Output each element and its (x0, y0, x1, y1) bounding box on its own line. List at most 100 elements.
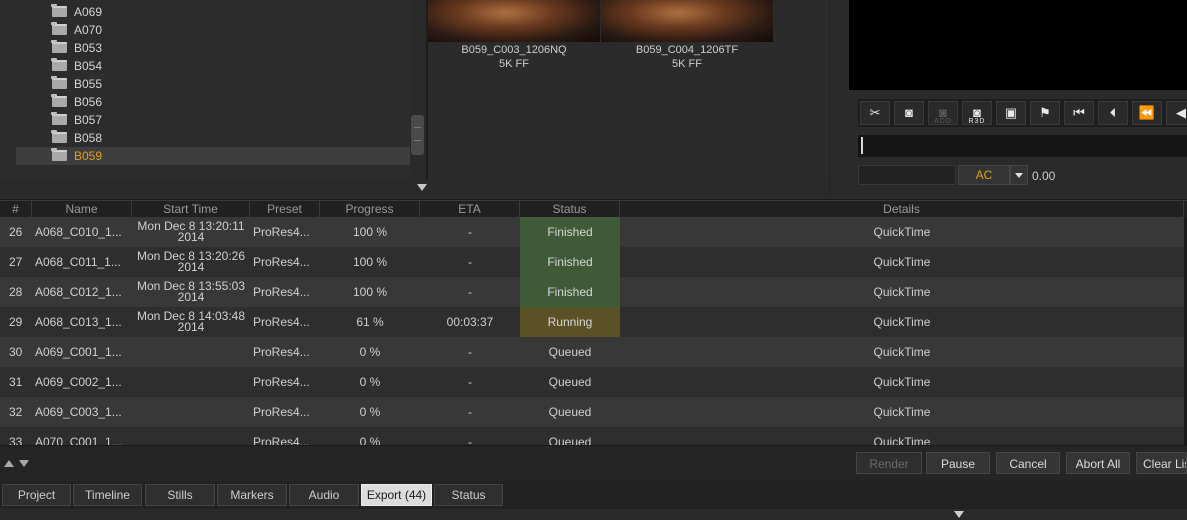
trim-icon: ✂ (869, 105, 881, 120)
column-header-preset[interactable]: Preset (250, 201, 320, 218)
clip-name-cell: A069_C001_1... (35, 345, 122, 359)
column-header-eta[interactable]: ETA (420, 201, 520, 218)
start-time-cell: Mon Dec 8 13:55:03 2014 (132, 277, 250, 307)
camera-icon: ◙ (905, 105, 913, 120)
preset-cell: ProRes4... (253, 405, 310, 419)
tab-export-44[interactable]: Export (44) (361, 484, 432, 506)
move-down-icon[interactable] (19, 460, 29, 467)
footer-bar (0, 509, 1187, 520)
status-cell: Finished (520, 217, 620, 247)
eta-cell: - (468, 345, 472, 359)
clip-thumbnail-image[interactable] (601, 0, 773, 42)
trim-button[interactable]: ✂ (860, 101, 890, 125)
grip-icon (414, 127, 421, 141)
row-number: 32 (9, 405, 23, 419)
progress-cell: 0 % (359, 375, 381, 389)
skip-start-button[interactable]: ⏮ (1064, 101, 1094, 125)
start-time-cell: Mon Dec 8 14:03:48 2014 (132, 307, 250, 337)
folder-item[interactable]: B054 (16, 57, 410, 75)
column-header-progress[interactable]: Progress (320, 201, 420, 218)
camera-add-button[interactable]: ◙ ADD (928, 101, 958, 125)
collapse-arrow-icon[interactable] (954, 511, 964, 518)
tab-markers[interactable]: Markers (217, 484, 287, 506)
video-viewer[interactable] (849, 0, 1187, 90)
folder-item[interactable]: A070 (16, 21, 410, 39)
cancel-button[interactable]: Cancel (996, 452, 1060, 474)
clear-list-button[interactable]: Clear List (1136, 452, 1187, 474)
folder-tree: A069 A070 B053 B054 B055 B056 B057 B058 B059 (0, 0, 427, 180)
clip-thumbnail-image[interactable] (428, 0, 600, 42)
folder-item[interactable]: B053 (16, 39, 410, 57)
folder-icon (51, 112, 67, 125)
tab-status[interactable]: Status (434, 484, 503, 506)
table-row[interactable]: 28 A068_C012_1... Mon Dec 8 13:55:03 2014 Pr… (0, 277, 1187, 307)
folder-icon (51, 76, 67, 89)
status-cell: Finished (520, 247, 620, 277)
eta-cell: - (468, 225, 472, 239)
status-cell: Queued (548, 375, 592, 389)
flag-button[interactable]: ⚑ (1030, 101, 1060, 125)
table-row[interactable]: 29 A068_C013_1... Mon Dec 8 14:03:48 2014 Pr… (0, 307, 1187, 337)
move-up-icon[interactable] (4, 460, 14, 467)
play-reverse-button[interactable]: ◀ (1166, 101, 1187, 125)
camera-button[interactable]: ◙ (894, 101, 924, 125)
folder-item[interactable]: B058 (16, 129, 410, 147)
tab-audio[interactable]: Audio (289, 484, 359, 506)
folder-item[interactable]: A069 (16, 3, 410, 21)
ac-dropdown-chevron-icon[interactable] (1010, 165, 1028, 185)
speed-field[interactable] (858, 165, 956, 185)
tab-stills[interactable]: Stills (145, 484, 215, 506)
clip-name-cell: A068_C011_1... (35, 255, 121, 269)
camera-r3d-button[interactable]: ◙ R3D (962, 101, 992, 125)
column-header-[interactable]: # (0, 201, 32, 218)
column-header-details[interactable]: Details (620, 201, 1184, 218)
clip-format: 5K FF (672, 58, 702, 70)
folder-item[interactable]: B057 (16, 111, 410, 129)
timeline-scrubber[interactable] (858, 135, 1187, 157)
status-cell: Running (520, 307, 620, 337)
rewind-button[interactable]: ⏪ (1132, 101, 1162, 125)
table-row[interactable]: 30 A069_C001_1... ProRes4... 0 % - Queued Quic… (0, 337, 1187, 367)
ac-button[interactable]: AC (958, 165, 1010, 185)
column-header-name[interactable]: Name (32, 201, 132, 218)
playhead[interactable] (861, 137, 863, 154)
table-row[interactable]: 26 A068_C010_1... Mon Dec 8 13:20:11 2014 Pr… (0, 217, 1187, 247)
pause-button[interactable]: Pause (926, 452, 990, 474)
export-frame-button[interactable]: ▣ (996, 101, 1026, 125)
eta-cell: - (468, 405, 472, 419)
table-header: # Name Start Time Preset Progress ETA Status De… (0, 200, 1187, 218)
status-cell: Queued (548, 405, 592, 419)
folder-item[interactable]: B056 (16, 93, 410, 111)
folder-item[interactable]: B055 (16, 75, 410, 93)
table-row[interactable]: 32 A069_C003_1... ProRes4... 0 % - Queued Quic… (0, 397, 1187, 427)
folder-label: B059 (74, 149, 103, 163)
preset-cell: ProRes4... (253, 255, 310, 269)
step-back-icon: ⏴ (1109, 105, 1117, 120)
table-row[interactable]: 27 A068_C011_1... Mon Dec 8 13:20:26 2014 Pr… (0, 247, 1187, 277)
tree-scrollbar[interactable] (410, 0, 426, 180)
render-button[interactable]: Render (856, 452, 922, 474)
play-reverse-icon: ◀ (1176, 105, 1186, 120)
column-header-start-time[interactable]: Start Time (132, 201, 250, 218)
progress-cell: 100 % (352, 225, 388, 239)
row-number: 27 (9, 255, 23, 269)
tree-scrollbar-thumb[interactable] (411, 115, 424, 155)
tab-project[interactable]: Project (2, 484, 71, 506)
details-cell: QuickTime (873, 255, 931, 269)
tab-timeline[interactable]: Timeline (73, 484, 142, 506)
flag-icon: ⚑ (1039, 105, 1051, 120)
collapse-arrow-icon[interactable] (417, 184, 427, 191)
folder-item[interactable]: B059 (16, 147, 410, 165)
abort-all-button[interactable]: Abort All (1066, 452, 1130, 474)
folder-icon (51, 94, 67, 107)
folder-icon (51, 130, 67, 143)
column-header-status[interactable]: Status (520, 201, 620, 218)
clip-name-cell: A069_C002_1... (35, 375, 122, 389)
export-controls: Render Pause Cancel Abort All Clear List (0, 445, 1187, 481)
details-cell: QuickTime (873, 315, 931, 329)
table-row[interactable]: 31 A069_C002_1... ProRes4... 0 % - Queued Quic… (0, 367, 1187, 397)
progress-cell: 100 % (352, 255, 388, 269)
step-back-button[interactable]: ⏴ (1098, 101, 1128, 125)
details-cell: QuickTime (873, 345, 931, 359)
start-time-year: 2014 (177, 290, 205, 304)
